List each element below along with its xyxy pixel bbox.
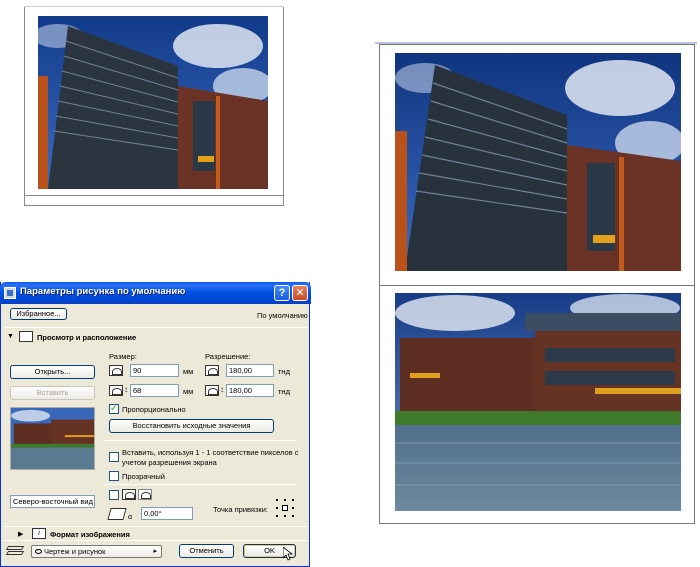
insert-button[interactable]: Вставить [10,386,95,400]
help-button[interactable]: ? [274,285,290,301]
rotation-icon [107,508,127,520]
size-label: Размер: [109,352,137,361]
separator [4,327,308,328]
separator [104,484,297,485]
view-placement-icon [19,331,33,342]
building-facade-image-small [38,16,268,189]
eye-icon [35,549,42,554]
pixel-one-to-one-label-line1: Вставить, используя 1 - 1 соответствие п… [122,448,299,457]
dialog-titlebar[interactable]: Параметры рисунка по умолчанию ? ✕ [0,282,311,304]
pixel-one-to-one-label-line2: учетом разрешения экрана [122,458,217,467]
resolution-x-icon [205,365,219,376]
anchor-point-label: Точка привязки: [213,505,268,514]
section-expand-triangle[interactable]: ▼ [7,333,14,340]
section-collapse-triangle[interactable]: ▶ [18,530,23,538]
proportional-checkbox[interactable] [109,403,119,414]
mirror-preview-icon [138,489,152,500]
layer-select-value: Чертеж и рисунок [44,547,106,556]
open-button[interactable]: Открыть... [10,365,95,379]
height-icon [109,385,123,396]
close-button[interactable]: ✕ [292,285,308,301]
width-field[interactable]: 90 [130,364,179,377]
transparent-checkbox[interactable] [109,471,119,481]
cancel-button[interactable]: Отменить [179,544,234,558]
frame-divider [380,285,694,286]
picture-preview-thumbnail [10,407,95,470]
layer-select[interactable]: Чертеж и рисунок ▸ [31,545,162,558]
picture-settings-dialog: Параметры рисунка по умолчанию ? ✕ Избра… [0,282,311,567]
section-image-format: Формат изображения [50,530,130,539]
proportional-label: Пропорционально [122,405,186,414]
resolution-y-unit: тнд [278,387,290,396]
width-icon [109,365,123,376]
default-label: По умолчанию [257,311,308,320]
favorites-button[interactable]: Избранное... [10,308,67,320]
width-unit: мм [183,367,194,376]
app-icon [4,287,16,299]
mirror-icon [122,489,136,500]
height-unit: мм [183,387,194,396]
resolution-y-field[interactable]: 180,00 [226,384,274,397]
mirror-checkbox[interactable] [109,490,119,500]
mouse-cursor-icon [283,547,293,561]
dialog-title: Параметры рисунка по умолчанию [20,286,186,297]
restore-defaults-button[interactable]: Восстановить исходные значения [109,419,274,433]
separator [4,540,308,541]
section-view-placement: Просмотр и расположение [37,333,137,342]
resolution-x-unit: тнд [278,367,290,376]
transparent-label: Прозрачный [122,472,165,481]
view-name-field[interactable]: Северо-восточный вид [10,495,95,508]
resolution-label: Разрешение: [205,352,251,361]
anchor-point-selector[interactable] [276,499,294,517]
building-with-pond-image [395,293,681,511]
rotation-angle-field[interactable]: 0,00° [141,507,193,520]
pixel-one-to-one-checkbox[interactable] [109,452,119,462]
dropdown-arrow-icon: ▸ [153,548,157,555]
layers-icon [5,546,25,557]
height-arrow-icon: ↕ [124,385,128,394]
building-facade-image-large [395,53,681,271]
resolution-y-arrow-icon: ↕ [220,385,224,394]
separator [104,440,297,441]
angle-symbol: α [128,514,133,521]
height-field[interactable]: 68 [130,384,179,397]
format-info-icon: i [32,528,46,539]
resolution-y-icon [205,385,219,396]
separator [4,526,308,527]
resolution-x-field[interactable]: 180,00 [226,364,274,377]
